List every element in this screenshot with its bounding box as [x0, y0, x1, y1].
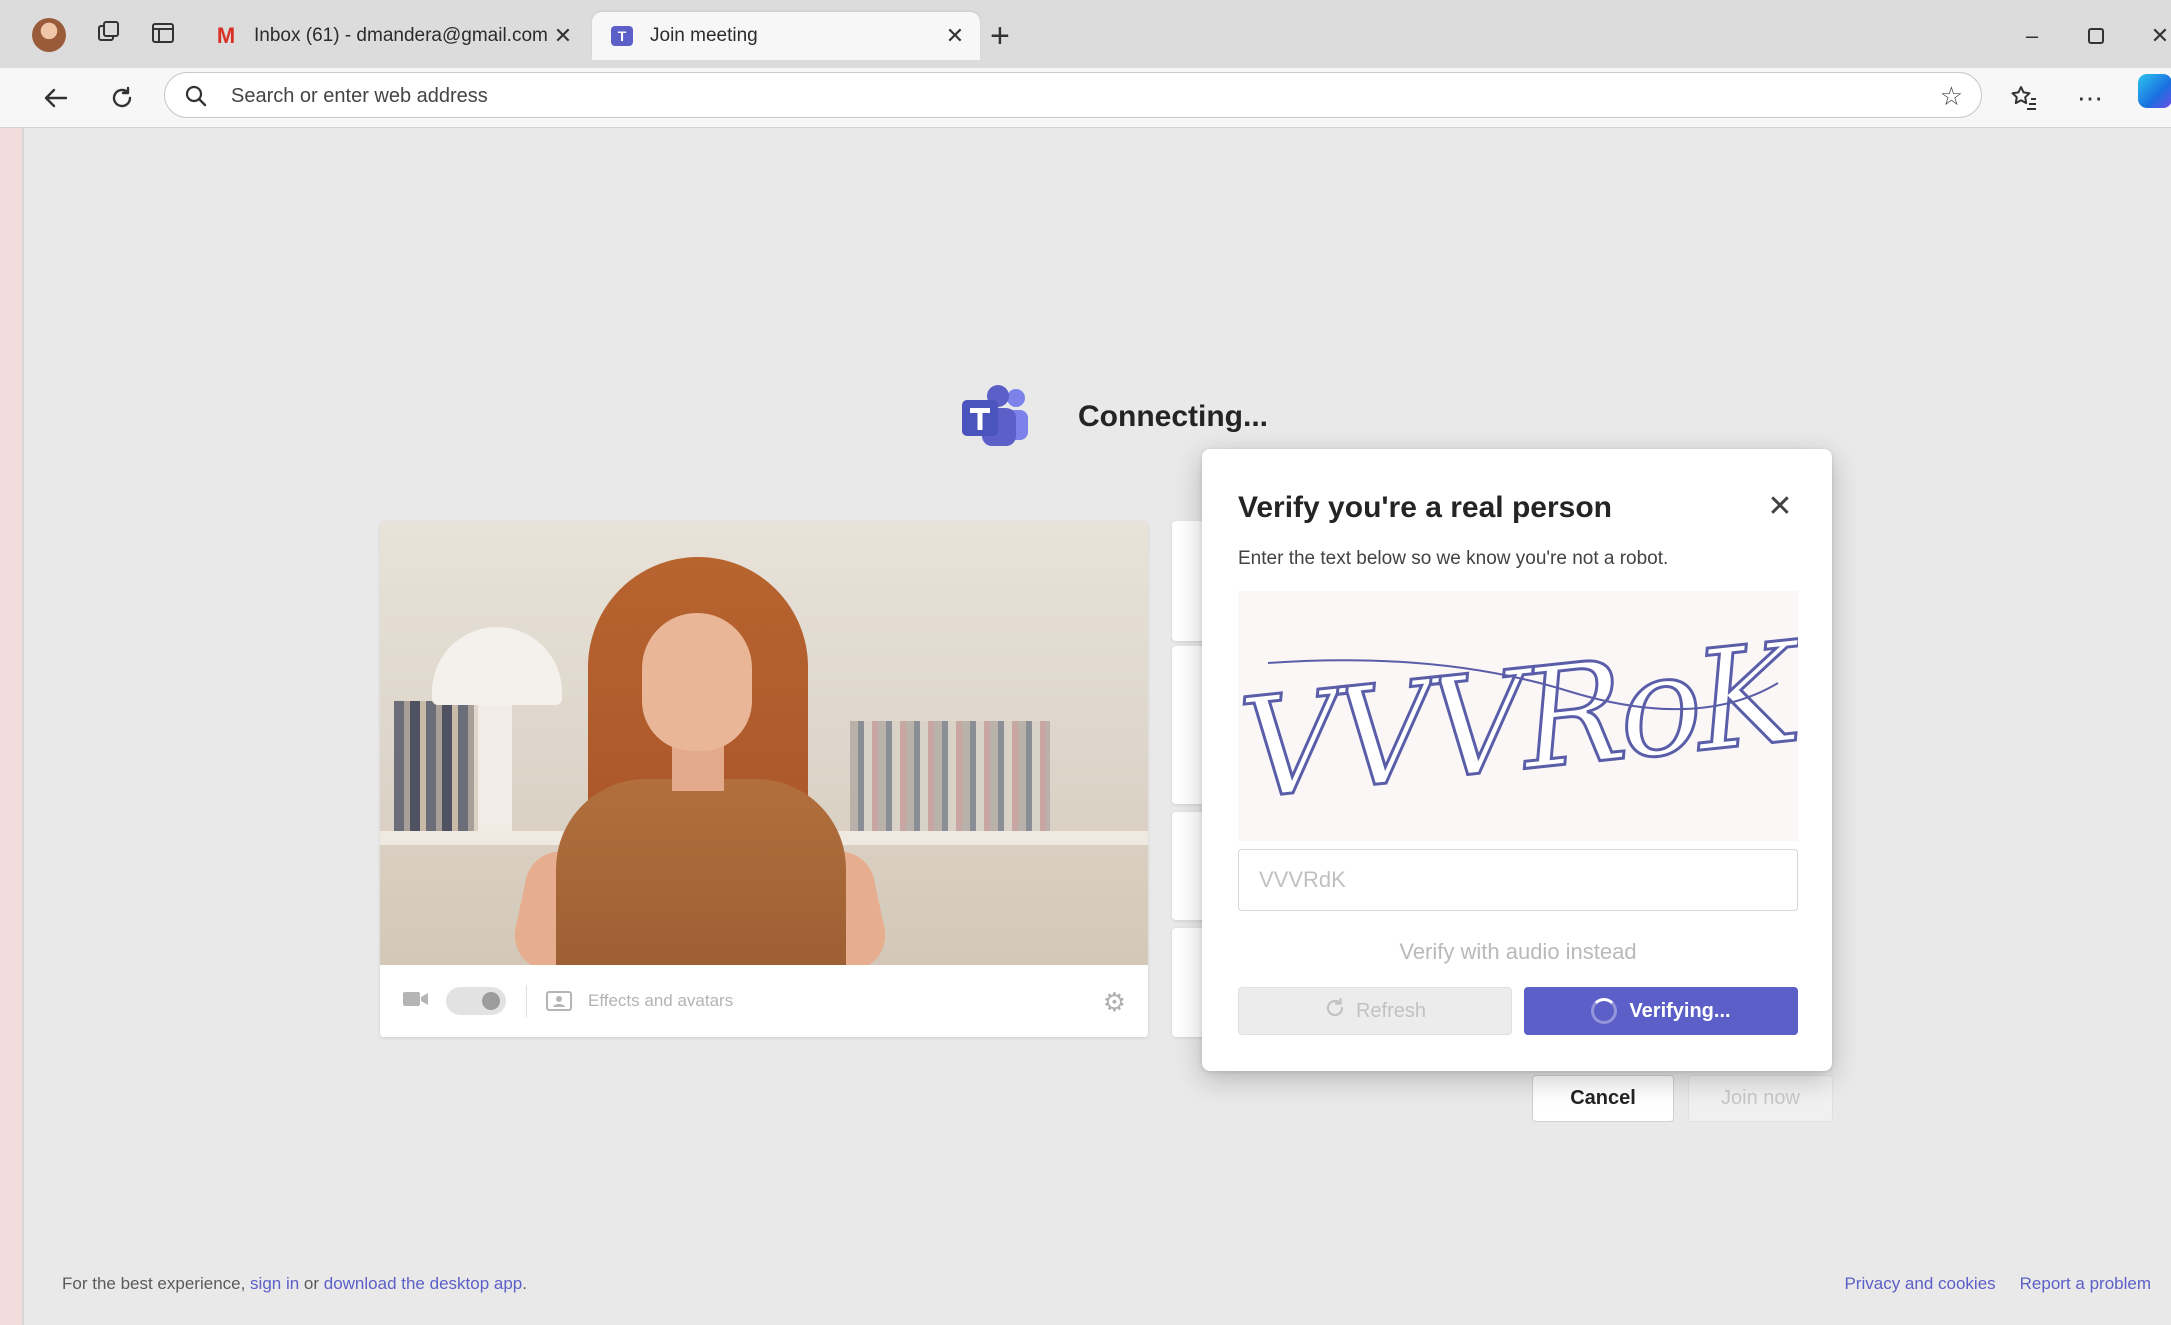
new-tab-icon[interactable]: +: [990, 16, 1010, 56]
address-input[interactable]: [231, 81, 1871, 111]
person-torso: [556, 779, 846, 969]
sidebar-edge: [0, 128, 24, 1325]
minimize-icon[interactable]: –: [2012, 16, 2052, 56]
footer-suffix: .: [522, 1274, 527, 1293]
tab-close-icon[interactable]: ✕: [942, 23, 968, 49]
join-now-button[interactable]: Join now: [1688, 1075, 1833, 1122]
back-arrow-icon[interactable]: [36, 78, 76, 118]
gmail-icon: M: [216, 23, 236, 48]
camera-icon: [402, 989, 430, 1014]
footer-prefix: For the best experience,: [62, 1274, 251, 1293]
verify-with-audio-link[interactable]: Verify with audio instead: [1238, 939, 1798, 965]
loading-spinner-icon: [1591, 998, 1618, 1024]
copilot-icon[interactable]: [2138, 74, 2171, 108]
footer-links: Privacy and cookies Report a problem: [1844, 1274, 2151, 1294]
favorites-icon[interactable]: [2004, 78, 2044, 118]
camera-toggle[interactable]: [446, 987, 506, 1015]
tab-join-meeting[interactable]: T Join meeting ✕: [592, 12, 980, 60]
dialog-title: Verify you're a real person: [1238, 491, 1612, 524]
bookshelf: [850, 721, 1050, 831]
effects-icon: [546, 991, 572, 1016]
divider: [526, 985, 527, 1017]
footer-middle: or: [299, 1274, 324, 1293]
privacy-link[interactable]: Privacy and cookies: [1844, 1274, 1995, 1294]
tab-gmail-inbox[interactable]: M Inbox (61) - dmandera@gmail.com ✕: [196, 12, 588, 60]
search-icon: [185, 85, 207, 112]
captcha-image: VVVRoK: [1232, 591, 1815, 841]
connecting-status: Connecting...: [1078, 400, 1268, 433]
lamp: [478, 705, 512, 831]
footer-note: For the best experience, sign in or down…: [62, 1274, 527, 1294]
teams-logo: [960, 384, 1030, 448]
teams-icon: T: [608, 24, 636, 48]
window-close-icon[interactable]: ✕: [2140, 16, 2171, 56]
tab-title: Inbox (61) - dmandera@gmail.com: [254, 25, 548, 46]
refresh-label: Refresh: [1355, 999, 1427, 1022]
profile-avatar[interactable]: [32, 18, 66, 52]
video-preview-card: Effects and avatars ⚙: [380, 521, 1148, 1037]
dialog-subtitle: Enter the text below so we know you're n…: [1238, 548, 1669, 569]
verify-label: Verifying...: [1629, 999, 1731, 1022]
maximize-icon[interactable]: [2076, 16, 2116, 56]
captcha-input[interactable]: [1238, 849, 1798, 911]
add-favorite-icon[interactable]: ☆: [1940, 81, 1963, 112]
camera-preview: [380, 521, 1148, 977]
refresh-icon[interactable]: [102, 78, 142, 118]
effects-and-avatars-button[interactable]: Effects and avatars: [588, 991, 733, 1011]
device-settings-icon[interactable]: ⚙: [1103, 987, 1126, 1018]
bookshelf: [394, 701, 474, 831]
tab-close-icon[interactable]: ✕: [550, 23, 576, 49]
person-face: [642, 613, 752, 751]
sign-in-link[interactable]: sign in: [250, 1274, 299, 1293]
verify-dialog: Verify you're a real person ✕ Enter the …: [1202, 449, 1832, 1071]
cancel-button[interactable]: Cancel: [1532, 1075, 1674, 1122]
browser-tab-bar: M Inbox (61) - dmandera@gmail.com ✕ T Jo…: [0, 0, 2171, 68]
report-problem-link[interactable]: Report a problem: [2020, 1274, 2151, 1294]
lamp: [432, 627, 562, 705]
more-options-icon[interactable]: ⋯: [2070, 78, 2110, 118]
refresh-icon: [1324, 997, 1346, 1025]
refresh-button[interactable]: Refresh: [1238, 987, 1512, 1035]
workspaces-icon[interactable]: [94, 20, 124, 50]
tab-title: Join meeting: [650, 25, 758, 46]
address-bar-row: ☆ ⋯: [0, 68, 2171, 128]
address-bar[interactable]: ☆: [164, 72, 1982, 118]
close-icon[interactable]: ✕: [1764, 491, 1796, 523]
preview-controls: Effects and avatars ⚙: [380, 965, 1148, 1037]
captcha-text: VVVRoK: [1238, 611, 1798, 830]
verify-button[interactable]: Verifying...: [1524, 987, 1798, 1035]
vertical-tabs-icon[interactable]: [148, 20, 178, 50]
download-desktop-app-link[interactable]: download the desktop app: [324, 1274, 523, 1293]
